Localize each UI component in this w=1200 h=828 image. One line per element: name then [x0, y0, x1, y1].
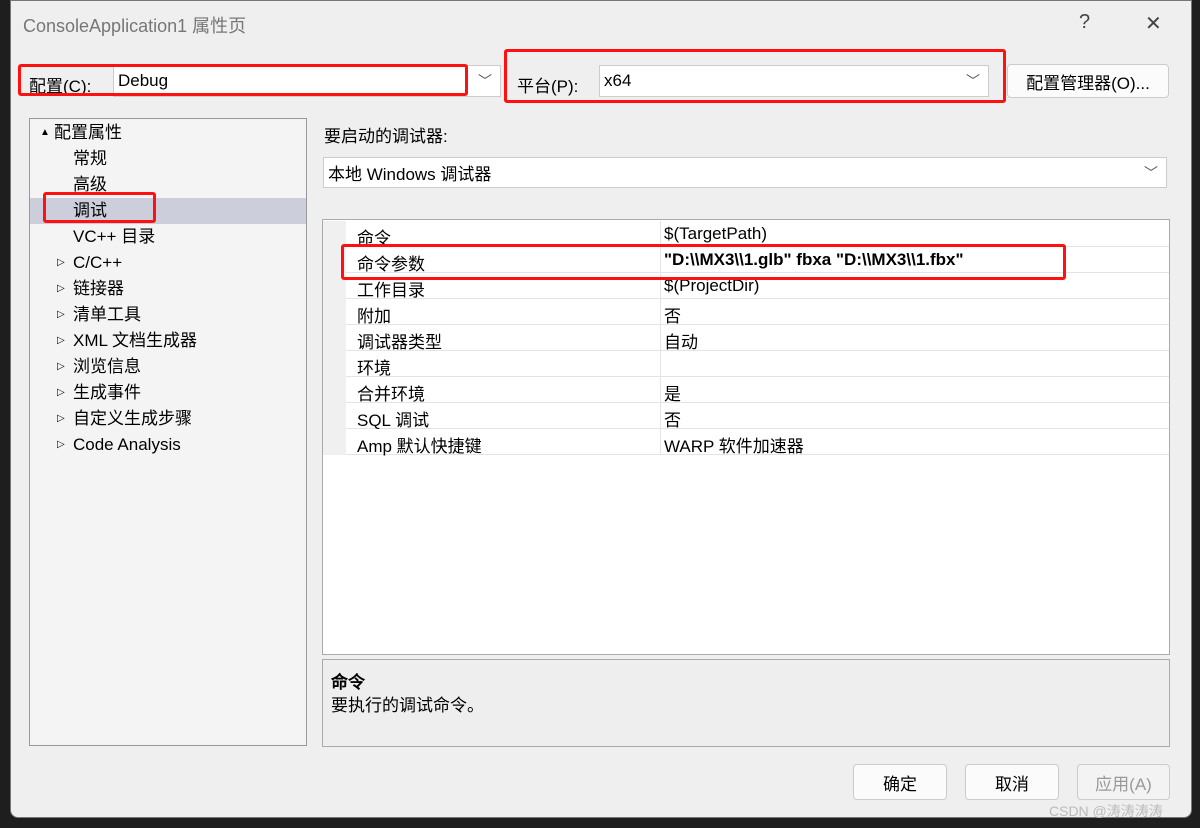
tree-item-label: 浏览信息: [73, 357, 141, 376]
row-gutter: [323, 377, 346, 403]
tree-item-label: 清单工具: [73, 305, 141, 324]
property-row[interactable]: SQL 调试 否: [323, 403, 1169, 431]
property-row[interactable]: 附加 否: [323, 299, 1169, 327]
cancel-button[interactable]: 取消: [965, 764, 1059, 800]
tree-item-label: 常规: [73, 149, 107, 168]
column-divider: [660, 429, 661, 455]
row-gutter: [323, 299, 346, 325]
description-panel: 命令 要执行的调试命令。: [322, 659, 1170, 747]
property-row[interactable]: 环境: [323, 351, 1169, 378]
tree-item-label: VC++ 目录: [73, 227, 156, 246]
close-button[interactable]: ✕: [1145, 11, 1162, 36]
collapse-icon[interactable]: ▲: [40, 120, 50, 146]
expand-icon[interactable]: ▷: [57, 432, 65, 458]
apply-button[interactable]: 应用(A): [1077, 764, 1170, 800]
property-value[interactable]: 自动: [664, 328, 698, 353]
tree-item[interactable]: ▷ 生成事件: [30, 380, 306, 406]
expand-icon[interactable]: ▷: [57, 406, 65, 432]
property-name: 合并环境: [357, 385, 425, 404]
property-name: SQL 调试: [357, 411, 430, 430]
tree-item-label: C/C++: [73, 253, 123, 272]
tree-item[interactable]: ▷ 链接器: [30, 276, 306, 302]
highlight-box: [504, 49, 1006, 103]
tree-item-label: Code Analysis: [73, 435, 181, 454]
property-row[interactable]: Amp 默认快捷键 WARP 软件加速器: [323, 429, 1169, 457]
expand-icon[interactable]: ▷: [57, 276, 65, 302]
column-divider: [660, 299, 661, 325]
tree-item[interactable]: ▷ 浏览信息: [30, 354, 306, 380]
row-gutter: [323, 403, 346, 429]
tree-item[interactable]: ▷ C/C++: [30, 250, 306, 276]
property-value[interactable]: 否: [664, 302, 681, 327]
property-grid[interactable]: 命令 $(TargetPath) 命令参数 "D:\\MX3\\1.glb" fbxa…: [322, 219, 1170, 655]
property-name: 附加: [357, 307, 391, 326]
highlight-box: [43, 192, 156, 223]
tree-item[interactable]: ▲ 配置属性: [30, 120, 306, 146]
property-name: Amp 默认快捷键: [357, 437, 482, 456]
tree-item[interactable]: ▷ 清单工具: [30, 302, 306, 328]
chevron-down-icon: ﹀: [478, 73, 492, 89]
property-value[interactable]: 是: [664, 380, 681, 405]
highlight-box: [18, 64, 468, 96]
property-row[interactable]: 合并环境 是: [323, 377, 1169, 405]
column-divider: [660, 377, 661, 403]
tree-item[interactable]: VC++ 目录: [30, 224, 306, 250]
tree-item-label: 链接器: [73, 279, 124, 298]
expand-icon[interactable]: ▷: [57, 380, 65, 406]
tree-item-label: 自定义生成步骤: [73, 409, 192, 428]
tree-item-label: 配置属性: [54, 123, 122, 142]
property-value[interactable]: 否: [664, 406, 681, 431]
window-title: ConsoleApplication1 属性页: [23, 16, 247, 36]
debugger-label: 要启动的调试器:: [324, 127, 448, 146]
property-row[interactable]: 调试器类型 自动: [323, 325, 1169, 353]
tree-item[interactable]: ▷ XML 文档生成器: [30, 328, 306, 354]
property-pages-dialog: ConsoleApplication1 属性页 ? ✕ 配置(C): Debug…: [10, 0, 1192, 819]
property-value[interactable]: WARP 软件加速器: [664, 432, 804, 457]
expand-icon[interactable]: ▷: [57, 250, 65, 276]
description-title: 命令: [331, 673, 365, 692]
tree-item-label: 生成事件: [73, 383, 141, 402]
expand-icon[interactable]: ▷: [57, 354, 65, 380]
tree-item-label: XML 文档生成器: [73, 331, 198, 350]
row-gutter: [323, 325, 346, 351]
ok-button[interactable]: 确定: [853, 764, 947, 800]
debugger-select[interactable]: 本地 Windows 调试器 ﹀: [323, 157, 1167, 188]
column-divider: [660, 351, 661, 377]
property-name: 调试器类型: [357, 333, 442, 352]
chevron-down-icon: ﹀: [1144, 165, 1158, 181]
config-manager-button[interactable]: 配置管理器(O)...: [1007, 64, 1169, 98]
watermark: CSDN @涛涛涛涛: [1049, 803, 1163, 819]
tree-item[interactable]: ▷ Code Analysis: [30, 432, 306, 458]
property-name: 环境: [357, 359, 391, 378]
property-value[interactable]: $(TargetPath): [664, 224, 767, 244]
highlight-box: [341, 244, 1066, 280]
row-gutter: [323, 429, 346, 455]
tree-item[interactable]: ▷ 自定义生成步骤: [30, 406, 306, 432]
tree-item[interactable]: 常规: [30, 146, 306, 172]
debugger-value: 本地 Windows 调试器: [328, 165, 492, 184]
row-gutter: [323, 351, 346, 377]
description-text: 要执行的调试命令。: [331, 696, 484, 715]
expand-icon[interactable]: ▷: [57, 328, 65, 354]
column-divider: [660, 403, 661, 429]
help-button[interactable]: ?: [1079, 11, 1090, 34]
expand-icon[interactable]: ▷: [57, 302, 65, 328]
column-divider: [660, 325, 661, 351]
